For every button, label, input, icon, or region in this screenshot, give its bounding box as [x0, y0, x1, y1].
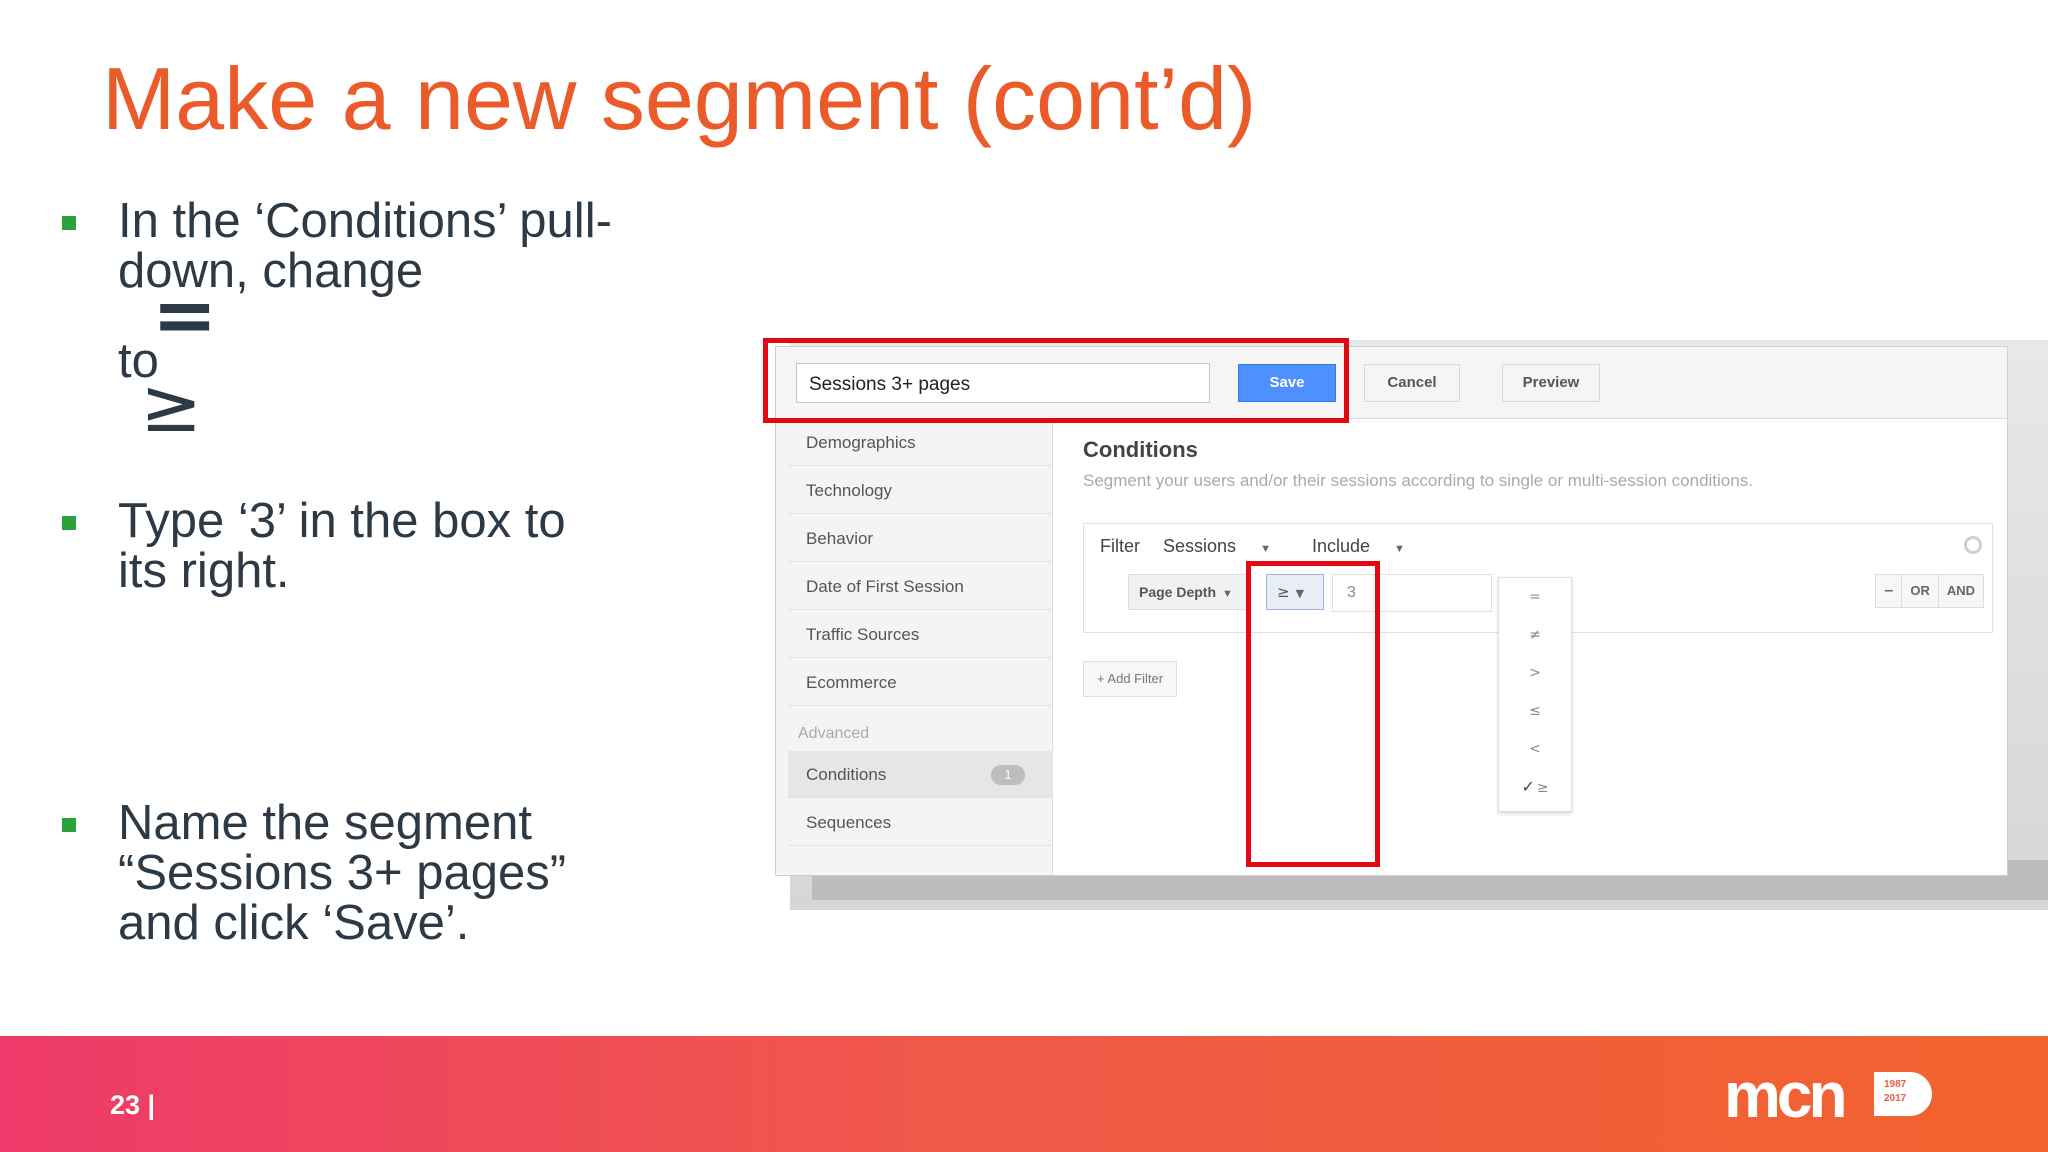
greater-equal-symbol: ≥	[140, 363, 203, 449]
logo-year-start: 1987	[1884, 1079, 1907, 1090]
conditions-count-badge: 1	[991, 765, 1025, 785]
bullet-marker	[62, 516, 76, 530]
chevron-down-icon: ▼	[1222, 588, 1233, 600]
filter-label: Filter	[1100, 536, 1140, 556]
sidebar-item-conditions[interactable]: Conditions 1	[788, 751, 1053, 798]
sidebar-item-behavior[interactable]: Behavior	[788, 515, 1053, 562]
checkmark-icon: ✓	[1521, 777, 1535, 796]
sidebar-item-date-of-first-session[interactable]: Date of First Session	[788, 563, 1053, 610]
bullet-line: down, change = to ≥	[118, 246, 612, 449]
operator-menu: = ≠ > ≤ < ✓ ≥	[1498, 577, 1572, 812]
preview-button[interactable]: Preview	[1502, 364, 1600, 402]
bullet-name-segment: Name the segment “Sessions 3+ pages” and…	[62, 798, 682, 958]
mcnd-logo: mcn 1987 2017	[1724, 1059, 1934, 1131]
segment-editor-screenshot: Sessions 3+ pages Save Cancel Preview De…	[775, 346, 2008, 876]
bullet-type-value: Type ‘3’ in the box to its right.	[62, 496, 682, 606]
chevron-down-icon: ▼	[1260, 543, 1271, 555]
sidebar-section-advanced: Advanced	[798, 725, 870, 742]
bullet-line: Name the segment	[118, 796, 532, 850]
bullet-line: In the ‘Conditions’ pull-	[118, 194, 612, 248]
sidebar-item-traffic-sources[interactable]: Traffic Sources	[788, 611, 1053, 658]
sidebar-item-ecommerce[interactable]: Ecommerce	[788, 659, 1053, 706]
add-filter-button[interactable]: + Add Filter	[1083, 661, 1177, 697]
slide-title: Make a new segment (cont’d)	[102, 49, 1257, 148]
bullet-text: Type ‘3’ in the box to its right.	[118, 496, 566, 596]
bullet-line: and click ‘Save’.	[118, 896, 470, 950]
logo-years: 1987 2017	[1884, 1078, 1906, 1106]
remove-condition-button[interactable]: –	[1876, 575, 1901, 607]
filter-scope-row: Filter Sessions ▼ Include ▼	[1100, 536, 1441, 557]
settings-icon[interactable]	[1964, 536, 1982, 554]
bullet-text: In the ‘Conditions’ pull- down, change = t…	[118, 194, 612, 449]
scope-dropdown[interactable]: Sessions ▼	[1163, 536, 1289, 556]
dimension-value: Page Depth	[1139, 584, 1217, 600]
highlight-name-and-save	[763, 338, 1349, 423]
operator-option-greater-equal[interactable]: ✓ ≥	[1499, 768, 1571, 806]
sidebar-item-technology[interactable]: Technology	[788, 467, 1053, 514]
or-button[interactable]: OR	[1901, 575, 1938, 607]
operator-option-greater[interactable]: >	[1499, 654, 1571, 692]
chevron-down-icon: ▼	[1394, 543, 1405, 555]
bullet-marker	[62, 818, 76, 832]
cancel-button[interactable]: Cancel	[1364, 364, 1460, 402]
operator-option-equals[interactable]: =	[1499, 578, 1571, 616]
logo-year-end: 2017	[1884, 1093, 1907, 1104]
sidebar-item-sequences[interactable]: Sequences	[788, 799, 1053, 846]
bullet-line: “Sessions 3+ pages”	[118, 846, 567, 900]
scope-value: Sessions	[1163, 536, 1237, 556]
operator-option-less[interactable]: <	[1499, 730, 1571, 768]
bullet-line: Type ‘3’ in the box to	[118, 494, 566, 548]
sidebar-item-label: Conditions	[806, 765, 887, 784]
bullet-marker	[62, 216, 76, 230]
sidebar-item-demographics[interactable]: Demographics	[788, 419, 1053, 466]
conditions-panel: Conditions Segment your users and/or the…	[1053, 419, 2007, 875]
logic-buttons: – OR AND	[1875, 574, 1984, 608]
page-number: 23 |	[110, 1090, 156, 1120]
panel-title: Conditions	[1083, 437, 1198, 462]
operator-option-not-equals[interactable]: ≠	[1499, 616, 1571, 654]
logo-wordmark: mcn	[1724, 1059, 1848, 1131]
bullet-conditions: In the ‘Conditions’ pull- down, change = t…	[62, 196, 682, 443]
equals-symbol: =	[152, 271, 218, 361]
bullet-text: Name the segment “Sessions 3+ pages” and…	[118, 798, 566, 948]
dimension-dropdown[interactable]: Page Depth ▼	[1128, 574, 1248, 610]
mode-value: Include	[1311, 536, 1371, 556]
and-button[interactable]: AND	[1937, 575, 1983, 607]
panel-description: Segment your users and/or their sessions…	[1083, 471, 1753, 490]
segment-sidebar: Demographics Technology Behavior Date of…	[776, 419, 1053, 875]
highlight-operator-menu	[1246, 561, 1380, 867]
mode-dropdown[interactable]: Include ▼	[1312, 536, 1423, 556]
option-label: ≥	[1536, 780, 1549, 796]
bullet-line: its right.	[118, 544, 290, 598]
footer-bar: 23 | mcn 1987 2017	[0, 1036, 2048, 1152]
operator-option-less-equal[interactable]: ≤	[1499, 692, 1571, 730]
